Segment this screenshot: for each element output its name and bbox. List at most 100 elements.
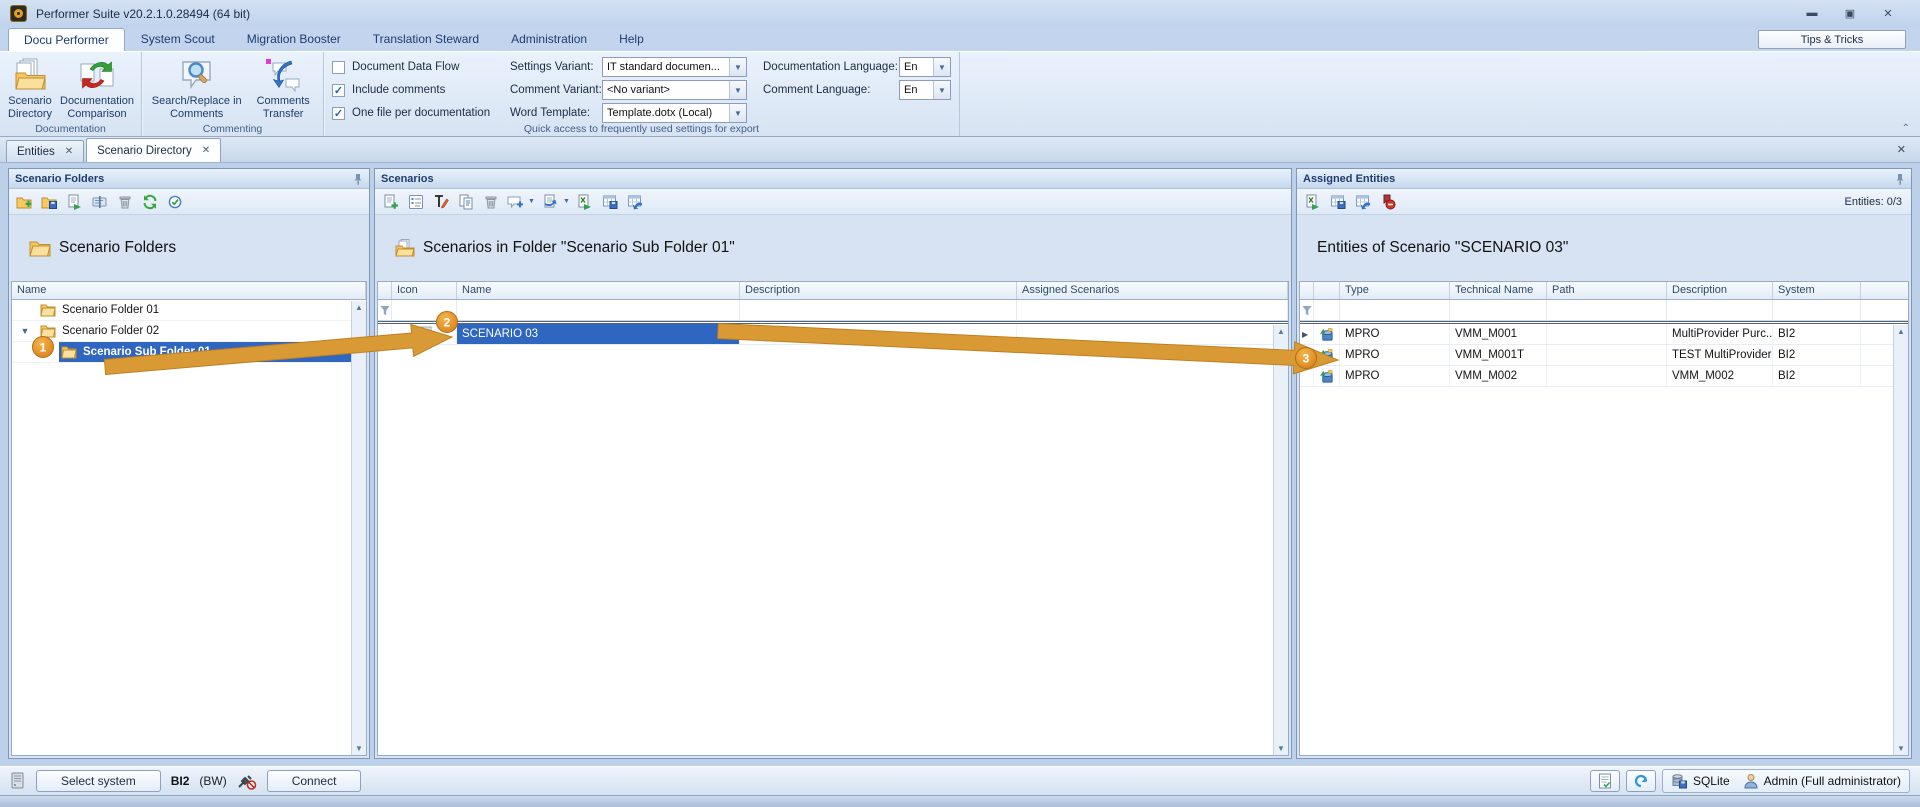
- filter-cell[interactable]: [1017, 300, 1288, 320]
- filter-cell[interactable]: [1314, 300, 1340, 320]
- chevron-down-icon[interactable]: ▼: [933, 58, 950, 76]
- scroll-down-icon[interactable]: ▼: [355, 744, 363, 753]
- entity-path-cell[interactable]: [1547, 324, 1667, 344]
- ribbon-tab-migration-booster[interactable]: Migration Booster: [231, 27, 357, 51]
- tab-scenario-directory[interactable]: Scenario Directory ✕: [86, 138, 221, 162]
- folder-row-selected[interactable]: Scenario Sub Folder 01: [12, 342, 366, 363]
- chevron-down-icon[interactable]: ▼: [729, 81, 746, 99]
- entity-description-cell[interactable]: MultiProvider Purc...: [1667, 324, 1773, 344]
- filter-cell[interactable]: [457, 300, 740, 320]
- filter-cell[interactable]: [1547, 300, 1667, 320]
- scroll-up-icon[interactable]: ▲: [1897, 327, 1905, 336]
- filter-cell[interactable]: [392, 300, 457, 320]
- scroll-up-icon[interactable]: ▲: [355, 303, 363, 312]
- pin-icon[interactable]: [353, 173, 363, 185]
- save-list-button[interactable]: [600, 191, 621, 212]
- delete-folder-button[interactable]: [114, 191, 135, 212]
- checkbox-box[interactable]: ✓: [332, 84, 345, 97]
- chevron-down-icon[interactable]: ▼: [528, 198, 535, 205]
- save-folder-button[interactable]: [39, 191, 60, 212]
- report-button[interactable]: [1590, 770, 1620, 792]
- entity-technical-name-cell[interactable]: VMM_M001: [1450, 324, 1547, 344]
- new-scenario-button[interactable]: [380, 191, 401, 212]
- checkbox-document-data-flow[interactable]: Document Data Flow: [332, 57, 494, 77]
- close-document-icon[interactable]: ✕: [1897, 143, 1906, 156]
- filter-cell[interactable]: [740, 300, 1017, 320]
- folder-row[interactable]: ▼ Scenario Folder 02: [12, 321, 366, 342]
- rename-folder-button[interactable]: [89, 191, 110, 212]
- chevron-down-icon[interactable]: ▼: [563, 198, 570, 205]
- chevron-down-icon[interactable]: ▼: [729, 104, 746, 122]
- entity-system-cell[interactable]: BI2: [1773, 324, 1861, 344]
- ribbon-tab-translation-steward[interactable]: Translation Steward: [357, 27, 495, 51]
- scenario-directory-button[interactable]: Scenario Directory: [4, 55, 56, 121]
- tips-tricks-button[interactable]: Tips & Tricks: [1758, 30, 1906, 49]
- folders-scrollbar[interactable]: ▲▼: [351, 301, 366, 755]
- select-system-button[interactable]: Select system: [36, 770, 161, 792]
- document-scenario-button[interactable]: [540, 191, 561, 212]
- add-comment-button[interactable]: [505, 191, 526, 212]
- refresh-button[interactable]: [139, 191, 160, 212]
- restore-button[interactable]: ▣: [1842, 7, 1858, 20]
- comments-transfer-button[interactable]: Comments Transfer: [247, 55, 319, 121]
- ribbon-tab-administration[interactable]: Administration: [495, 27, 603, 51]
- search-replace-comments-button[interactable]: Search/Replace in Comments: [146, 55, 247, 121]
- column-header-icon[interactable]: Icon: [392, 282, 457, 299]
- remove-entity-button[interactable]: [1377, 191, 1398, 212]
- close-button[interactable]: ✕: [1880, 7, 1896, 20]
- column-header-name[interactable]: Name: [12, 282, 366, 299]
- filter-row[interactable]: [378, 300, 1288, 321]
- checkbox-box[interactable]: [332, 61, 345, 74]
- copy-scenario-button[interactable]: [455, 191, 476, 212]
- entity-technical-name-cell[interactable]: VMM_M002: [1450, 366, 1547, 386]
- entity-type-cell[interactable]: MPRO: [1340, 324, 1450, 344]
- entity-row[interactable]: ▶ MPRO VMM_M001 MultiProvider Purc... BI…: [1300, 324, 1908, 345]
- chevron-down-icon[interactable]: ▼: [933, 81, 950, 99]
- excel-export-button[interactable]: [1302, 191, 1323, 212]
- entity-path-cell[interactable]: [1547, 345, 1667, 365]
- checkbox-box[interactable]: ✓: [332, 107, 345, 120]
- column-header-description[interactable]: Description: [1667, 282, 1773, 299]
- column-header-name[interactable]: Name: [457, 282, 740, 299]
- save-list-button[interactable]: [1327, 191, 1348, 212]
- filter-cell[interactable]: [1450, 300, 1547, 320]
- collapse-ribbon-icon[interactable]: ⌃: [1902, 123, 1910, 134]
- folder-row[interactable]: Scenario Folder 01: [12, 300, 366, 321]
- column-header-system[interactable]: System: [1773, 282, 1861, 299]
- ribbon-tab-docu-performer[interactable]: Docu Performer: [8, 28, 125, 52]
- column-header-type[interactable]: Type: [1340, 282, 1450, 299]
- refresh-connection-button[interactable]: [1626, 770, 1656, 792]
- documentation-comparison-button[interactable]: Documentation Comparison: [56, 55, 138, 121]
- filter-cell[interactable]: [1340, 300, 1450, 320]
- entity-row[interactable]: MPRO VMM_M001T TEST MultiProvider... BI2: [1300, 345, 1908, 366]
- tree-expand-icon[interactable]: ▼: [12, 326, 38, 336]
- filter-cell[interactable]: [1773, 300, 1861, 320]
- import-list-button[interactable]: [625, 191, 646, 212]
- export-folder-button[interactable]: [64, 191, 85, 212]
- validate-button[interactable]: [164, 191, 185, 212]
- comment-language-select[interactable]: En ▼: [899, 80, 951, 100]
- scenario-properties-button[interactable]: [405, 191, 426, 212]
- scroll-up-icon[interactable]: ▲: [1277, 327, 1285, 336]
- ribbon-tab-system-scout[interactable]: System Scout: [125, 27, 231, 51]
- documentation-language-select[interactable]: En ▼: [899, 57, 951, 77]
- scenario-description-cell[interactable]: [740, 324, 1017, 344]
- excel-export-button[interactable]: [575, 191, 596, 212]
- column-header-technical-name[interactable]: Technical Name: [1450, 282, 1547, 299]
- comment-variant-select[interactable]: <No variant> ▼: [602, 80, 747, 100]
- new-folder-button[interactable]: [14, 191, 35, 212]
- entities-scrollbar[interactable]: ▲▼: [1893, 325, 1908, 755]
- ribbon-tab-help[interactable]: Help: [603, 27, 660, 51]
- scenario-assigned-cell[interactable]: [1017, 324, 1288, 344]
- entity-description-cell[interactable]: VMM_M002: [1667, 366, 1773, 386]
- entity-system-cell[interactable]: BI2: [1773, 345, 1861, 365]
- minimize-button[interactable]: ▬: [1804, 7, 1820, 20]
- connect-button[interactable]: Connect: [267, 770, 362, 792]
- close-tab-icon[interactable]: ✕: [202, 145, 210, 156]
- word-template-select[interactable]: Template.dotx (Local) ▼: [602, 103, 747, 123]
- entity-type-cell[interactable]: MPRO: [1340, 345, 1450, 365]
- checkbox-one-file-per-documentation[interactable]: ✓ One file per documentation: [332, 103, 494, 123]
- filter-row[interactable]: [1300, 300, 1908, 321]
- checkbox-include-comments[interactable]: ✓ Include comments: [332, 80, 494, 100]
- entity-technical-name-cell[interactable]: VMM_M001T: [1450, 345, 1547, 365]
